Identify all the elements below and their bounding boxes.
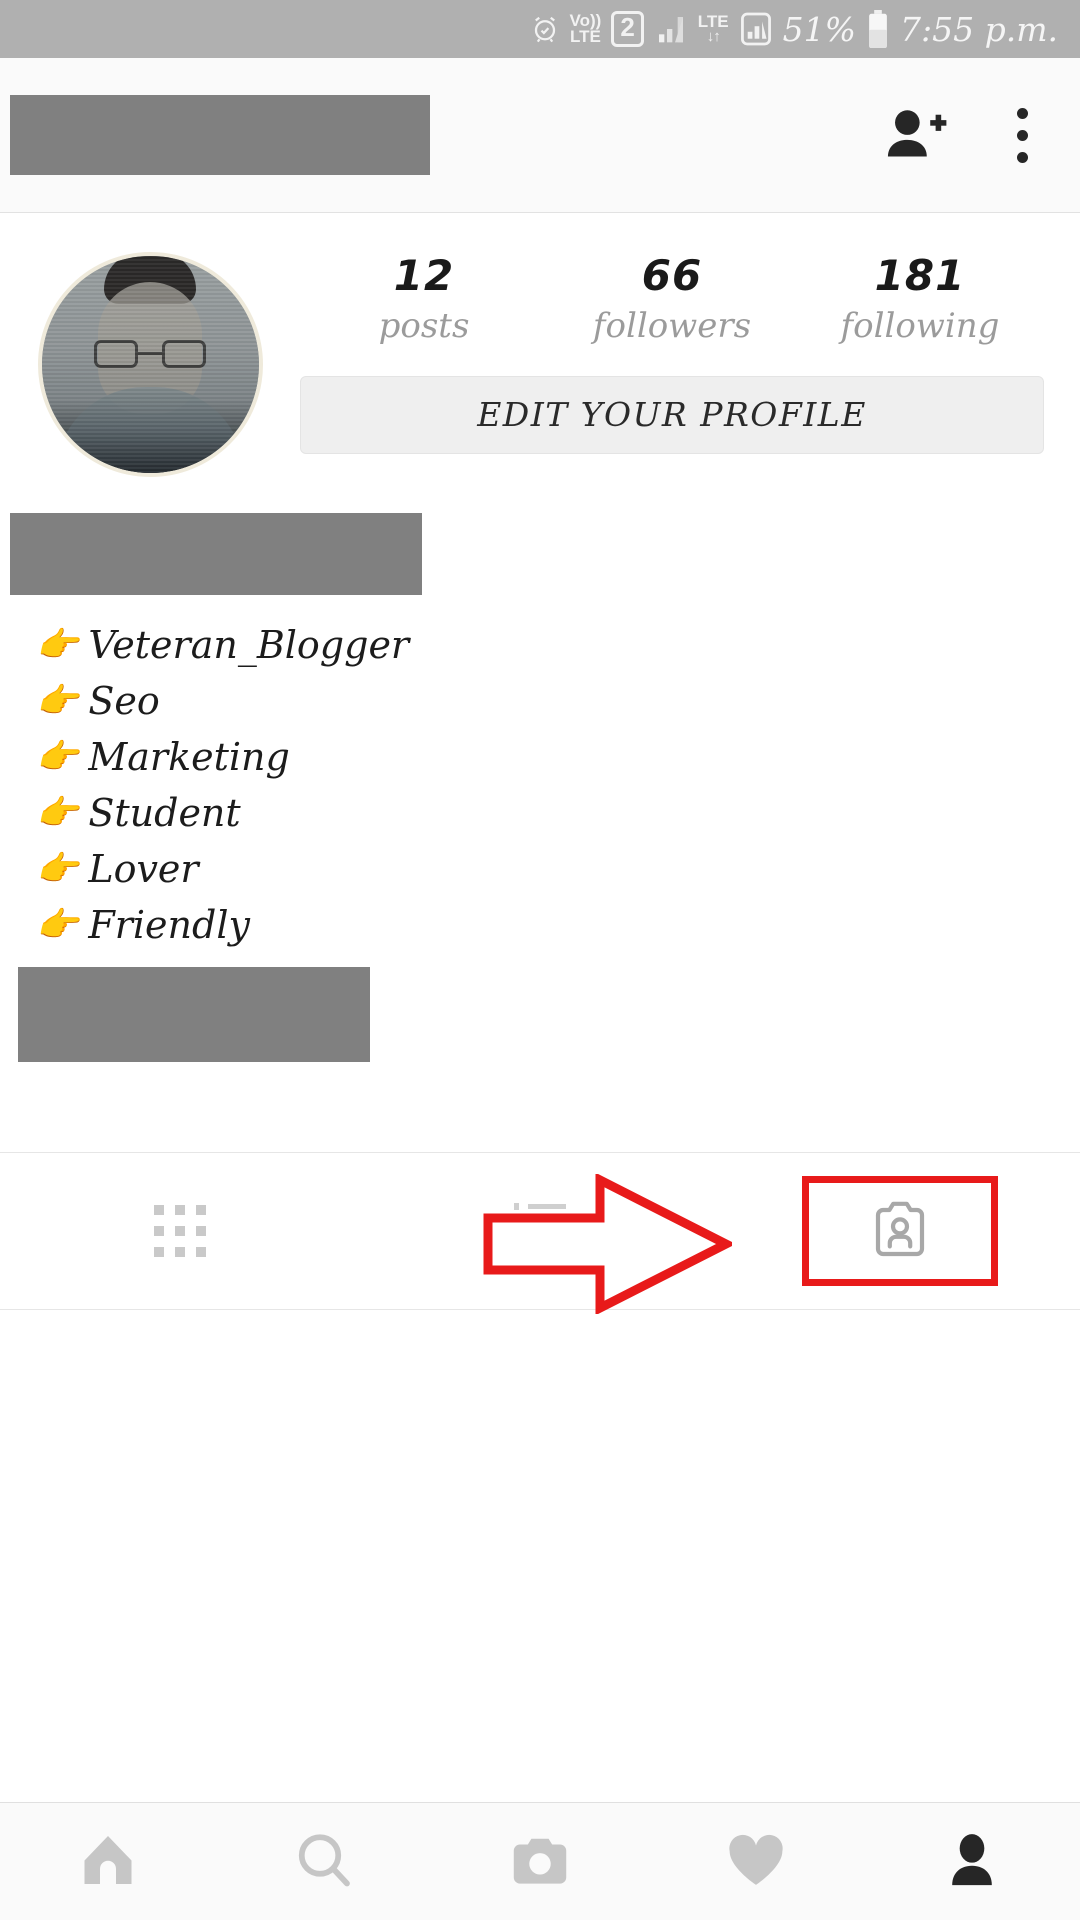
nav-profile[interactable] [864,1803,1080,1920]
following-count: 181 [874,251,966,300]
bio-footer-redacted [18,967,370,1062]
stats-and-edit: 12 posts 66 followers 181 following EDIT… [300,252,1080,454]
profile-section: 12 posts 66 followers 181 following EDIT… [0,214,1080,1062]
tagged-tab-highlight-box [802,1176,998,1286]
edit-profile-button[interactable]: EDIT YOUR PROFILE [300,375,1044,454]
person-icon [943,1830,1001,1894]
volte-indicator: Vo)) LTE [569,13,602,46]
nav-home[interactable] [0,1803,216,1920]
avatar-container [0,252,300,477]
battery-percent: 51% [782,9,856,49]
camera-icon [509,1830,571,1894]
bio-line-text: Marketing [88,735,290,779]
following-label: following [840,306,1000,347]
list-icon [514,1202,566,1260]
kebab-menu-icon[interactable] [1003,98,1042,173]
search-icon [294,1830,354,1894]
pointer-right-icon: 👉 [36,737,79,777]
pointer-right-icon: 👉 [36,849,79,889]
bio-line: 👉 Marketing [10,729,1080,785]
tab-tagged[interactable] [720,1153,1080,1309]
bio-section: 👉 Veteran_Blogger 👉 Seo 👉 Marketing 👉 St… [0,477,1080,1062]
grid-icon [154,1205,206,1257]
tab-list[interactable] [360,1153,720,1309]
alarm-clock-icon [530,13,560,45]
bio-line-text: Veteran_Blogger [88,623,410,667]
bottom-navigation-bar [0,1802,1080,1920]
stats-row: 12 posts 66 followers 181 following [300,252,1044,348]
heart-icon [725,1831,787,1893]
posts-count: 12 [393,251,455,300]
tagged-photos-icon [870,1198,930,1264]
signal-bars-icon [654,13,688,45]
bio-line-text: Seo [88,679,160,723]
pointer-right-icon: 👉 [36,793,79,833]
bio-line-text: Friendly [88,903,250,947]
bio-line-text: Lover [88,847,199,891]
pointer-right-icon: 👉 [36,905,79,945]
bio-display-name-redacted [10,513,422,595]
profile-header [0,58,1080,213]
pointer-right-icon: 👉 [36,625,79,665]
stat-following[interactable]: 181 following [796,252,1044,348]
volte-line-2: LTE [569,27,601,46]
header-username-redacted [10,95,430,175]
avatar[interactable] [37,252,263,477]
battery-icon [866,10,890,48]
status-bar: Vo)) LTE 2 LTE ↓↑ 51% 7:55 p.m. [0,0,1080,58]
tab-grid[interactable] [0,1153,360,1309]
bio-line: 👉 Student [10,785,1080,841]
stat-posts[interactable]: 12 posts [300,252,548,348]
sim-badge: 2 [611,11,644,47]
bio-line-text: Student [88,791,241,835]
bio-line: 👉 Friendly [10,897,1080,953]
bio-line: 👉 Seo [10,673,1080,729]
pointer-right-icon: 👉 [36,681,79,721]
stat-followers[interactable]: 66 followers [548,252,796,348]
followers-label: followers [592,306,752,347]
add-person-icon[interactable] [885,108,947,162]
instagram-profile-screen: Vo)) LTE 2 LTE ↓↑ 51% 7:55 p.m. 12 posts… [0,0,1080,1920]
bio-line: 👉 Lover [10,841,1080,897]
lte-data-arrows: ↓↑ [706,27,721,45]
profile-tab-bar [0,1152,1080,1310]
posts-label: posts [378,306,470,347]
nav-activity[interactable] [648,1803,864,1920]
signal-bars-boxed-icon [739,11,773,47]
status-bar-time: 7:55 p.m. [900,9,1058,49]
lte-data-indicator: LTE ↓↑ [698,13,729,45]
header-actions [885,98,1080,173]
followers-count: 66 [641,251,703,300]
nav-search[interactable] [216,1803,432,1920]
bio-line: 👉 Veteran_Blogger [10,617,1080,673]
home-icon [77,1830,139,1894]
nav-camera[interactable] [432,1803,648,1920]
